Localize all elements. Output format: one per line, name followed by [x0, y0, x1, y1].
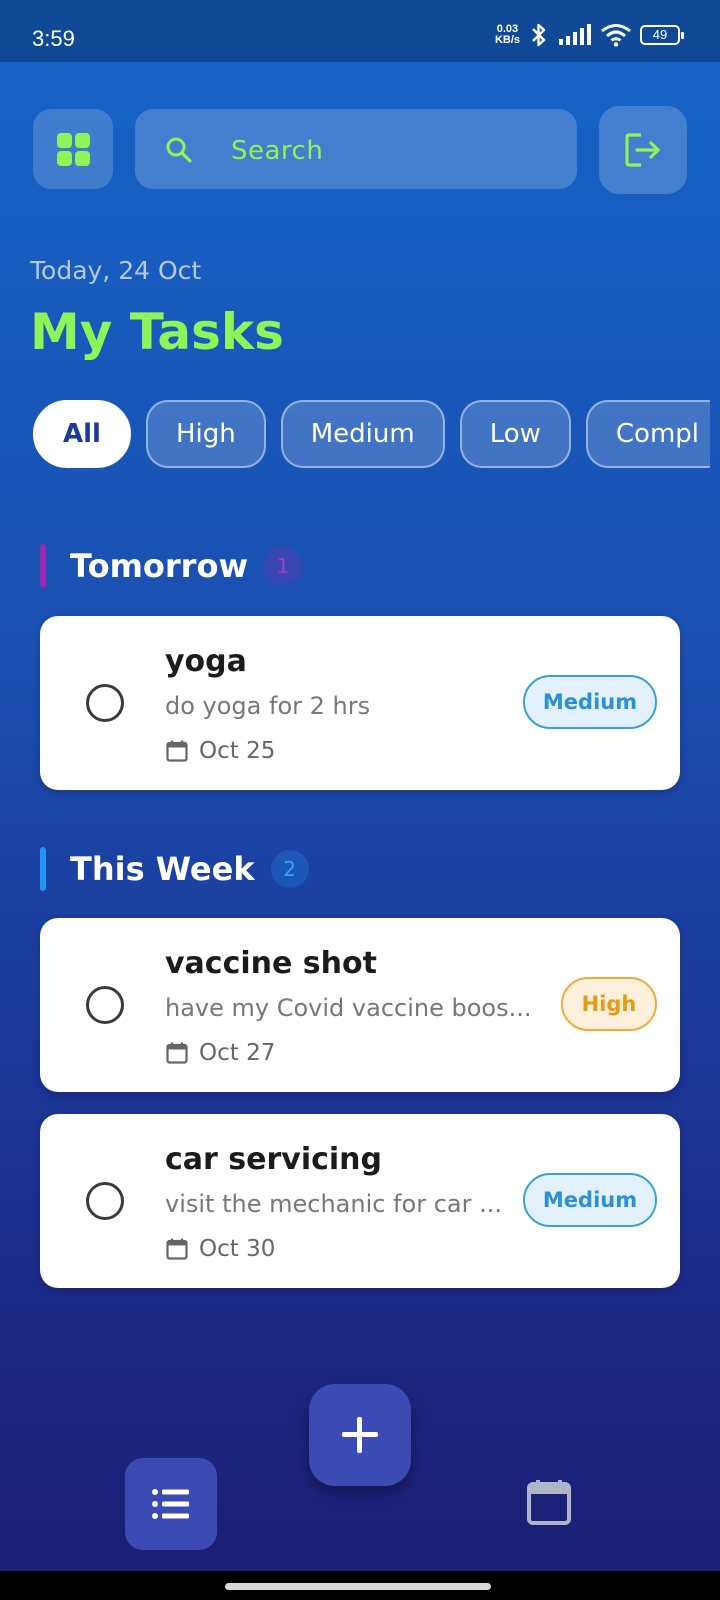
search-icon — [166, 137, 192, 163]
task-title: vaccine shot — [165, 946, 377, 981]
menu-grid-button[interactable] — [33, 109, 113, 189]
logout-icon — [625, 133, 660, 167]
home-gesture-bar[interactable] — [225, 1583, 491, 1590]
section-title: This Week — [70, 850, 255, 888]
filter-chips: All High Medium Low Compl — [33, 400, 710, 470]
page-title: My Tasks — [30, 303, 284, 361]
filter-chip-low[interactable]: Low — [459, 400, 571, 468]
task-date-row: Oct 27 — [165, 1040, 275, 1066]
net-speed-unit: KB/s — [494, 34, 520, 46]
section-count-badge: 2 — [270, 850, 309, 888]
section-count-badge: 1 — [264, 547, 302, 585]
status-icons: 0.03 KB/s 49 — [495, 22, 684, 48]
bluetooth-icon — [532, 23, 546, 47]
task-checkbox[interactable] — [86, 684, 124, 722]
task-card[interactable]: car servicing visit the mechanic for car… — [40, 1114, 680, 1288]
filter-chip-medium[interactable]: Medium — [280, 400, 445, 468]
current-date: Today, 24 Oct — [30, 256, 202, 285]
calendar-icon — [166, 1238, 188, 1260]
status-time: 3:59 — [32, 26, 75, 51]
task-date-row: Oct 25 — [165, 738, 275, 764]
task-checkbox[interactable] — [86, 1182, 124, 1220]
filter-chip-high[interactable]: High — [145, 400, 266, 468]
status-bar: 3:59 0.03 KB/s 49 — [0, 0, 720, 62]
task-description: visit the mechanic for car ... — [165, 1190, 502, 1218]
nav-calendar-button[interactable] — [526, 1478, 572, 1526]
section-header-tomorrow: Tomorrow 1 — [40, 544, 302, 588]
filter-chip-completed[interactable]: Compl — [585, 400, 710, 468]
app-screen: 3:59 0.03 KB/s 49 Search Today, 24 Oct M… — [0, 0, 720, 1600]
battery-indicator: 49 — [640, 25, 684, 45]
task-checkbox[interactable] — [86, 986, 124, 1024]
nav-tasks-button[interactable] — [125, 1458, 217, 1550]
section-title: Tomorrow — [70, 547, 248, 585]
logout-button[interactable] — [599, 106, 687, 194]
calendar-icon — [166, 740, 188, 762]
section-header-this-week: This Week 2 — [40, 847, 309, 891]
section-accent-bar — [40, 544, 46, 588]
task-description: do yoga for 2 hrs — [165, 692, 371, 720]
priority-badge: Medium — [523, 675, 657, 729]
filter-chip-all[interactable]: All — [33, 400, 131, 468]
section-accent-bar — [40, 847, 46, 891]
net-speed: 0.03 KB/s — [495, 24, 520, 46]
priority-badge: High — [561, 977, 657, 1031]
task-date: Oct 27 — [199, 1040, 276, 1066]
task-card[interactable]: yoga do yoga for 2 hrs Oct 25 Medium — [40, 616, 680, 790]
task-description: have my Covid vaccine boos... — [165, 994, 532, 1022]
task-date: Oct 30 — [199, 1236, 276, 1262]
calendar-icon — [166, 1042, 188, 1064]
task-date: Oct 25 — [199, 738, 276, 764]
wifi-icon — [601, 24, 631, 47]
task-title: car servicing — [165, 1142, 383, 1177]
task-card[interactable]: vaccine shot have my Covid vaccine boos.… — [40, 918, 680, 1092]
signal-icon — [559, 24, 591, 45]
task-title: yoga — [165, 644, 247, 679]
search-input[interactable]: Search — [135, 109, 577, 189]
add-task-button[interactable] — [309, 1384, 411, 1486]
priority-badge: Medium — [523, 1173, 657, 1227]
task-date-row: Oct 30 — [165, 1236, 275, 1262]
search-placeholder: Search — [231, 136, 324, 166]
list-icon — [152, 1489, 189, 1519]
